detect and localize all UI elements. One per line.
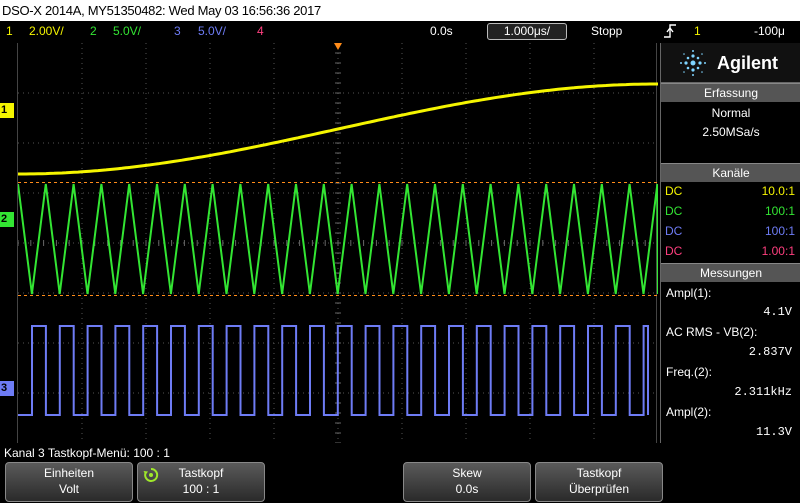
measurements-header: Messungen (661, 263, 800, 282)
channel-row-1: DC 10.0:1 (665, 184, 795, 198)
ch3-square-waveform (18, 325, 649, 416)
ch3-number[interactable]: 3 (174, 21, 181, 42)
units-softkey-label: Einheiten (43, 466, 95, 480)
measurement-label-3: Freq.(2): (666, 365, 713, 379)
status-bar: 1 2.00V/ 2 5.0V/ 3 5.0V/ 4 0.0s 1.000μs/… (0, 21, 800, 42)
right-info-panel: Agilent Erfassung Normal 2.50MSa/s Kanäl… (660, 43, 800, 443)
ch3-scale[interactable]: 5.0V/ (198, 21, 226, 42)
probe-check-softkey[interactable]: Tastkopf Überprüfen (535, 462, 663, 502)
ch2-scale[interactable]: 5.0V/ (113, 21, 141, 42)
brand-header: Agilent (661, 43, 800, 83)
entry-knob-icon (143, 467, 159, 482)
channel-row-4: DC 1.00:1 (665, 244, 795, 258)
ch3-ground-marker[interactable]: 3 (0, 381, 14, 396)
probe-softkey-value: 100 : 1 (182, 482, 220, 496)
timebase-display[interactable]: 1.000μs/ (487, 23, 567, 40)
acquisition-mode: Normal (711, 106, 751, 120)
measurement-label-4: Ampl(2): (666, 405, 712, 419)
softkey-menu-title: Kanal 3 Tastkopf-Menü: 100 : 1 (0, 445, 800, 461)
ch2-number[interactable]: 2 (90, 21, 97, 42)
ch1-sine-waveform (18, 82, 658, 176)
channels-header: Kanäle (661, 163, 800, 182)
units-softkey-value: Volt (58, 482, 79, 496)
ch2-ground-marker[interactable]: 2 (0, 212, 14, 227)
skew-softkey[interactable]: Skew 0.0s (403, 462, 531, 502)
measurement-value-2: 2.837V (748, 345, 792, 359)
agilent-spark-icon (680, 50, 706, 76)
trigger-rising-edge-icon (664, 24, 676, 38)
skew-softkey-value: 0.0s (455, 482, 479, 496)
sample-rate: 2.50MSa/s (702, 125, 760, 139)
measurement-label-2: AC RMS - VB(2): (666, 325, 758, 339)
measurement-value-4: 11.3V (755, 425, 792, 439)
ch4-number[interactable]: 4 (257, 21, 264, 42)
probe-softkey[interactable]: Tastkopf 100 : 1 (137, 462, 265, 502)
waveform-display[interactable] (17, 43, 658, 443)
ch1-number[interactable]: 1 (6, 21, 13, 42)
probe-check-softkey-value: Überprüfen (568, 482, 630, 496)
units-softkey[interactable]: Einheiten Volt (5, 462, 133, 502)
ch1-ground-marker[interactable]: 1 (0, 103, 14, 118)
channel-row-2: DC 100:1 (665, 204, 795, 218)
acquisition-header: Erfassung (661, 83, 800, 102)
measurement-value-1: 4.1V (763, 305, 792, 319)
ch1-scale[interactable]: 2.00V/ (29, 21, 64, 42)
channel-row-3: DC 100:1 (665, 224, 795, 238)
horizontal-delay[interactable]: 0.0s (430, 21, 453, 42)
trigger-level[interactable]: -100μ (754, 21, 785, 42)
measurement-value-3: 2.311kHz (734, 385, 792, 399)
trigger-position-marker (334, 43, 342, 50)
waveform-plot (18, 43, 658, 443)
brand-name: Agilent (717, 53, 778, 73)
measurement-label-1: Ampl(1): (666, 286, 712, 300)
trigger-source[interactable]: 1 (694, 21, 701, 42)
window-title: DSO-X 2014A, MY51350482: Wed May 03 16:5… (0, 0, 800, 21)
run-state: Stopp (591, 24, 623, 38)
probe-check-softkey-label: Tastkopf (576, 466, 622, 480)
skew-softkey-label: Skew (452, 466, 482, 480)
